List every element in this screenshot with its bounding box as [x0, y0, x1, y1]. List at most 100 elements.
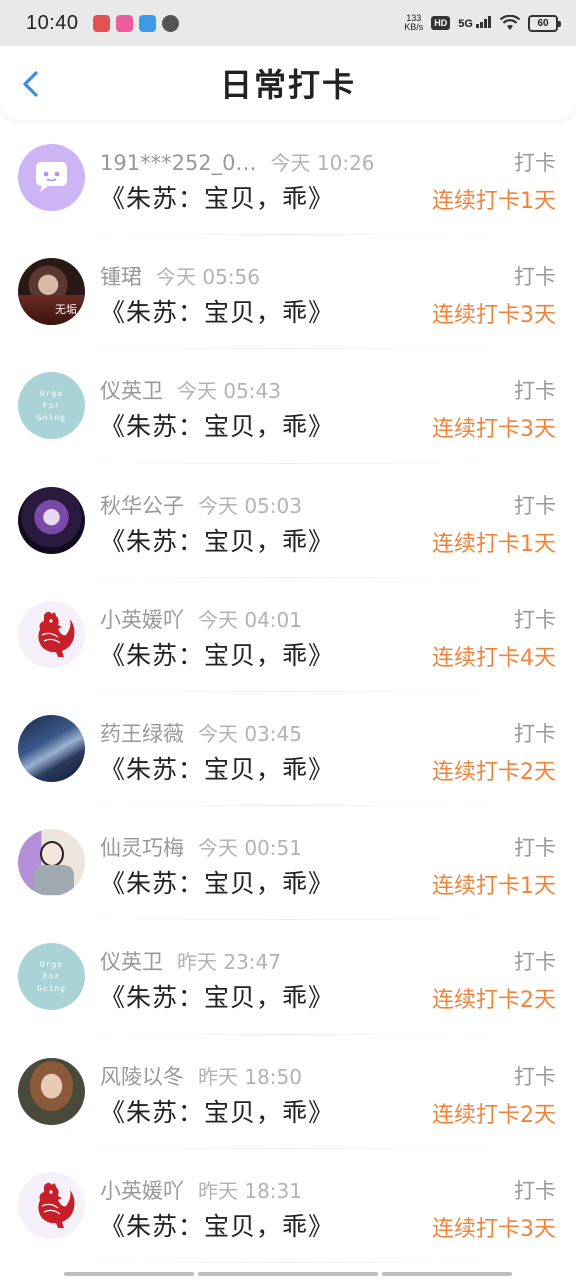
entry-meta: 锺珺 今天 05:56 — [100, 261, 260, 291]
streak-label: 连续打卡4天 — [432, 645, 556, 671]
rooster-icon — [38, 1182, 75, 1228]
checkin-time: 今天 03:45 — [198, 721, 302, 746]
avatar[interactable] — [18, 1171, 85, 1239]
list-item[interactable]: 无垢 锺珺 今天 05:56 《朱苏：宝贝，乖》 打卡 连续打卡3天 — [0, 235, 576, 350]
status-app-icons — [92, 14, 179, 32]
hd-icon: HD — [431, 16, 451, 30]
list-item[interactable]: 小英媛吖 昨天 18:31 《朱苏：宝贝，乖》 打卡 连续打卡3天 — [0, 1149, 576, 1264]
avatar[interactable] — [18, 829, 85, 897]
play-app-icon — [161, 14, 179, 32]
list-item[interactable]: 秋华公子 今天 05:03 《朱苏：宝贝，乖》 打卡 连续打卡1天 — [0, 464, 576, 578]
app-header: 日常打卡 — [0, 46, 576, 120]
list-item[interactable]: Urge For Going 仪英卫 昨天 23:47 《朱苏：宝贝，乖》 打卡… — [0, 920, 576, 1035]
avatar-overlay-text: 无垢 — [55, 303, 77, 317]
entry-meta: 191***252_0… 今天 10:26 — [100, 147, 375, 176]
book-title[interactable]: 《朱苏：宝贝，乖》 — [100, 1093, 334, 1129]
book-title[interactable]: 《朱苏：宝贝，乖》 — [100, 864, 334, 900]
streak-label: 连续打卡1天 — [432, 874, 556, 900]
book-title[interactable]: 《朱苏：宝贝，乖》 — [100, 636, 334, 672]
avatar[interactable]: Urge For Going — [18, 943, 85, 1011]
user-name[interactable]: 仪英卫 — [100, 375, 163, 405]
checkin-label: 打卡 — [514, 493, 556, 518]
checkin-label: 打卡 — [514, 379, 556, 404]
gesture-bar-segment — [382, 1272, 512, 1276]
book-title[interactable]: 《朱苏：宝贝，乖》 — [100, 179, 334, 215]
streak-label: 连续打卡2天 — [432, 759, 556, 785]
user-name[interactable]: 仙灵巧梅 — [100, 832, 184, 862]
rooster-icon — [38, 611, 75, 657]
checkin-time: 昨天 18:50 — [198, 1064, 302, 1089]
checkin-time: 昨天 18:31 — [198, 1178, 302, 1203]
calendar-app-icon — [92, 14, 110, 32]
network-speed-unit: KB/s — [404, 22, 424, 32]
checkin-time: 昨天 23:47 — [177, 950, 281, 975]
checkin-label: 打卡 — [514, 836, 556, 861]
checkin-label: 打卡 — [514, 950, 556, 975]
entry-meta: 小英媛吖 昨天 18:31 — [100, 1175, 302, 1205]
entry-meta: 药王绿薇 今天 03:45 — [100, 718, 302, 748]
checkin-label: 打卡 — [514, 1178, 556, 1203]
book-title[interactable]: 《朱苏：宝贝，乖》 — [100, 293, 334, 329]
entry-meta: 风陵以冬 昨天 18:50 — [100, 1061, 302, 1091]
streak-label: 连续打卡2天 — [432, 1102, 556, 1128]
entry-meta: 仪英卫 今天 05:43 — [100, 375, 281, 405]
signal-bars-icon — [476, 16, 491, 28]
streak-label: 连续打卡1天 — [432, 189, 556, 214]
list-item[interactable]: 191***252_0… 今天 10:26 《朱苏：宝贝，乖》 打卡 连续打卡1… — [0, 121, 576, 236]
streak-label: 连续打卡3天 — [432, 1216, 556, 1242]
signal-icon: 5G — [458, 16, 492, 30]
checkin-time: 今天 10:26 — [270, 151, 375, 175]
checkin-time: 今天 00:51 — [198, 836, 302, 861]
book-title[interactable]: 《朱苏：宝贝，乖》 — [100, 522, 334, 558]
page-title: 日常打卡 — [219, 66, 356, 104]
chat-app-icon — [138, 14, 156, 32]
list-item[interactable]: 小英媛吖 今天 04:01 《朱苏：宝贝，乖》 打卡 连续打卡4天 — [0, 578, 576, 693]
video-app-icon — [115, 14, 133, 32]
avatar[interactable] — [18, 144, 85, 211]
user-name[interactable]: 秋华公子 — [100, 490, 184, 520]
avatar[interactable] — [18, 600, 85, 668]
entry-meta: 秋华公子 今天 05:03 — [100, 490, 302, 520]
avatar-text: Going — [36, 413, 67, 423]
avatar-text: For — [42, 972, 61, 982]
entry-meta: 小英媛吖 今天 04:01 — [100, 604, 302, 634]
checkin-label: 打卡 — [514, 607, 556, 632]
user-name[interactable]: 锺珺 — [100, 261, 142, 291]
entry-meta: 仪英卫 昨天 23:47 — [100, 946, 281, 976]
user-name[interactable]: 风陵以冬 — [100, 1061, 184, 1091]
gesture-bar-segment — [198, 1272, 378, 1276]
avatar[interactable]: 无垢 — [18, 258, 85, 326]
checkin-time: 今天 04:01 — [198, 607, 302, 632]
book-title[interactable]: 《朱苏：宝贝，乖》 — [100, 1207, 334, 1243]
list-item[interactable]: 风陵以冬 昨天 18:50 《朱苏：宝贝，乖》 打卡 连续打卡2天 — [0, 1035, 576, 1149]
streak-label: 连续打卡3天 — [432, 417, 556, 443]
avatar-text: Urge — [39, 960, 64, 970]
list-item[interactable]: Urge For Going 仪英卫 今天 05:43 《朱苏：宝贝，乖》 打卡… — [0, 349, 576, 464]
back-arrow-icon[interactable] — [16, 68, 48, 100]
user-name[interactable]: 小英媛吖 — [100, 604, 184, 634]
gesture-bar — [0, 1272, 576, 1278]
checkin-time: 今天 05:56 — [156, 265, 260, 290]
avatar[interactable] — [18, 714, 85, 782]
user-name[interactable]: 191***252_0… — [100, 151, 257, 175]
signal-label: 5G — [458, 18, 473, 30]
user-name[interactable]: 药王绿薇 — [100, 718, 184, 748]
book-title[interactable]: 《朱苏：宝贝，乖》 — [100, 978, 334, 1014]
avatar-text: Going — [36, 984, 67, 994]
user-name[interactable]: 仪英卫 — [100, 946, 163, 976]
streak-label: 连续打卡2天 — [432, 988, 556, 1014]
streak-label: 连续打卡3天 — [432, 303, 556, 329]
user-name[interactable]: 小英媛吖 — [100, 1175, 184, 1205]
avatar[interactable] — [18, 486, 85, 554]
avatar[interactable] — [18, 1057, 85, 1125]
avatar-text: Urge — [39, 389, 64, 399]
book-title[interactable]: 《朱苏：宝贝，乖》 — [100, 750, 334, 786]
book-title[interactable]: 《朱苏：宝贝，乖》 — [100, 407, 334, 443]
battery-icon: 60 — [528, 14, 561, 32]
avatar[interactable]: Urge For Going — [18, 372, 85, 440]
list-item[interactable]: 药王绿薇 今天 03:45 《朱苏：宝贝，乖》 打卡 连续打卡2天 — [0, 692, 576, 807]
list-item[interactable]: 仙灵巧梅 今天 00:51 《朱苏：宝贝，乖》 打卡 连续打卡1天 — [0, 806, 576, 921]
checkin-list: 191***252_0… 今天 10:26 《朱苏：宝贝，乖》 打卡 连续打卡1… — [0, 121, 576, 1264]
checkin-label: 打卡 — [514, 265, 556, 290]
checkin-time: 今天 05:43 — [177, 379, 281, 404]
